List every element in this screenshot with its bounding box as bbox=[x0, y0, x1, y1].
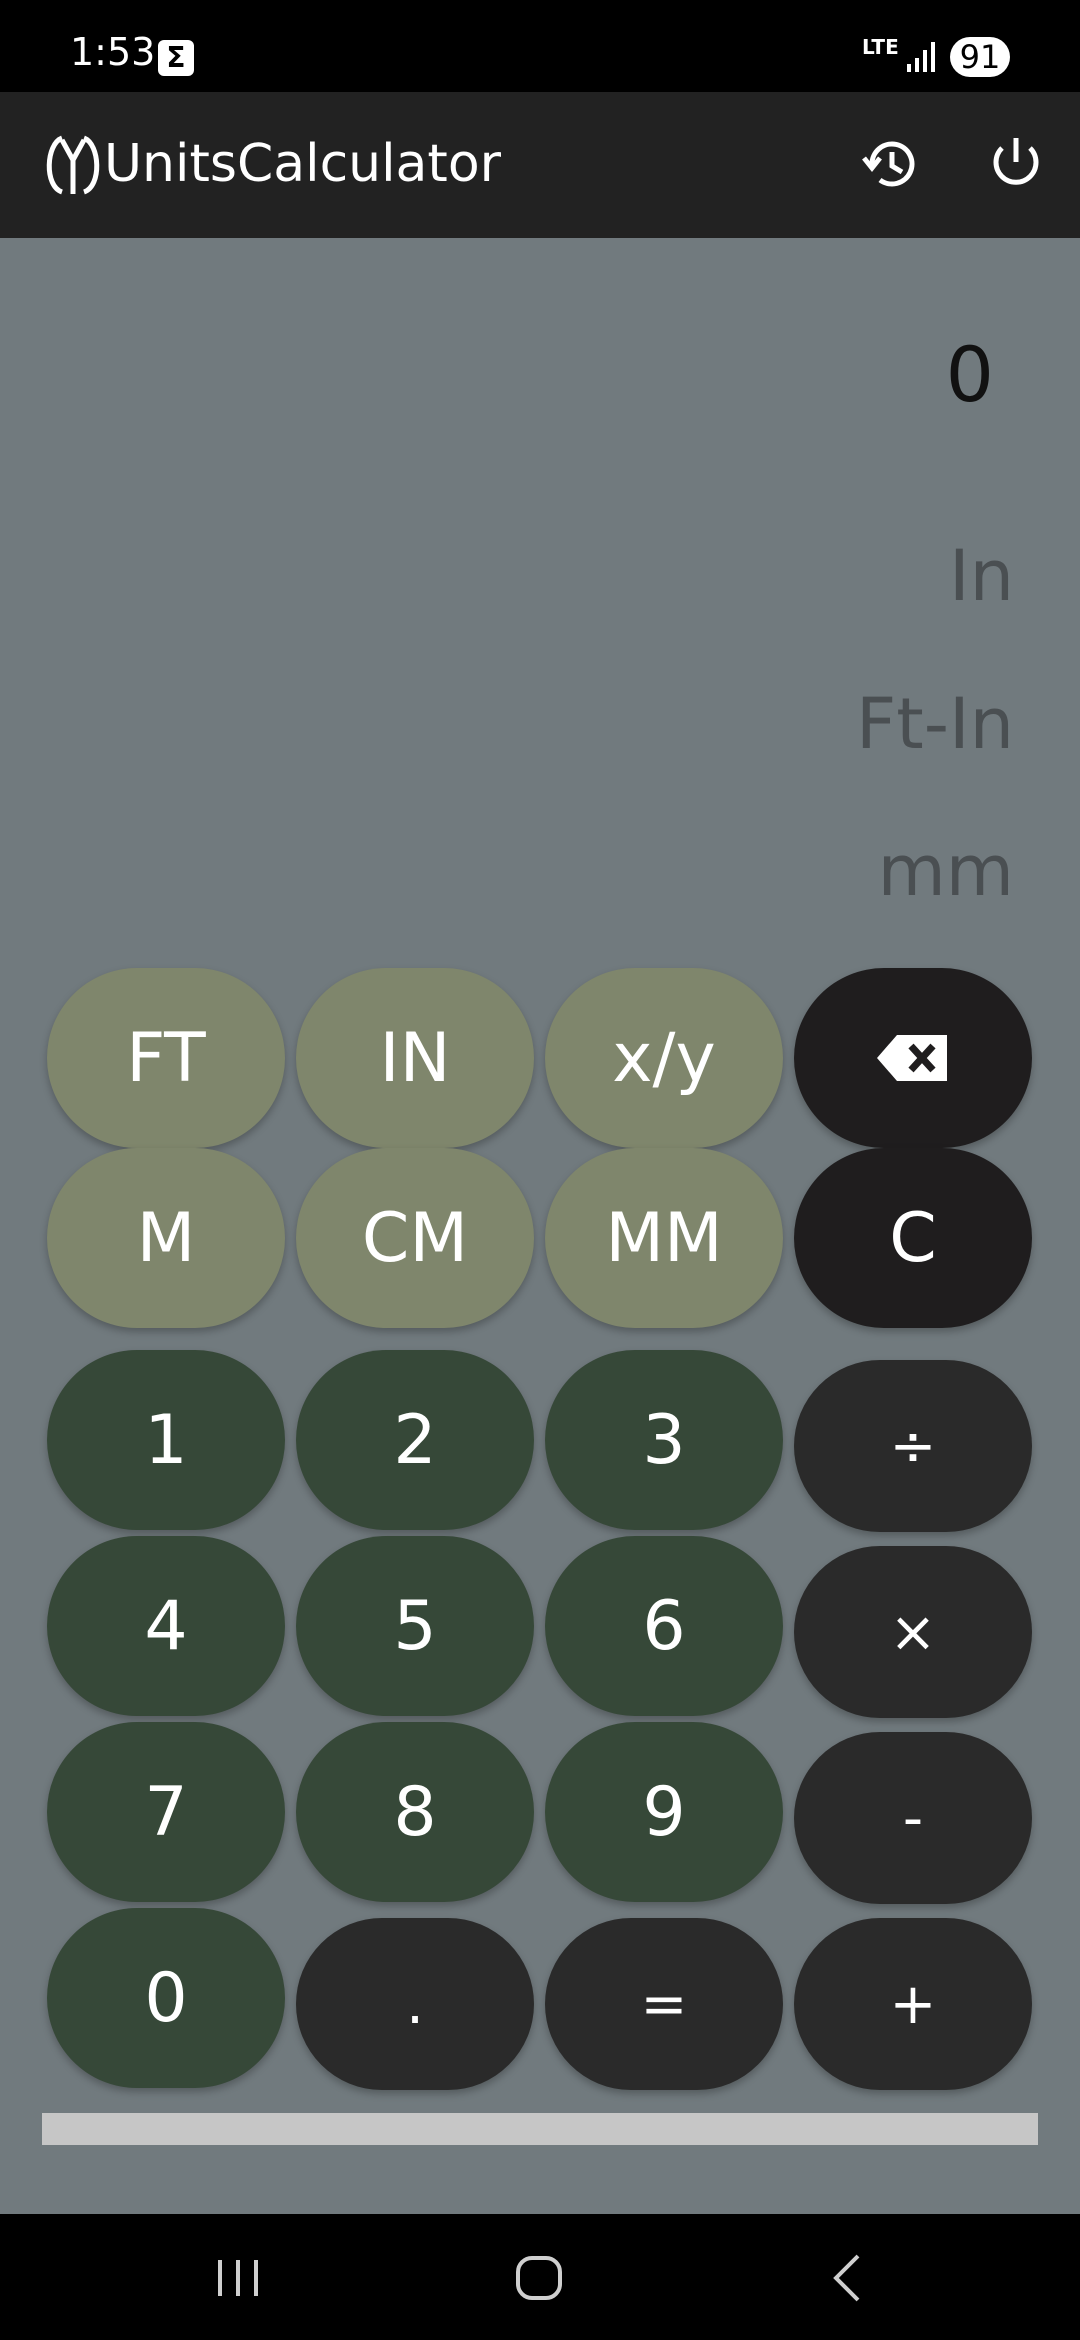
backspace-button[interactable] bbox=[794, 968, 1032, 1148]
digit-1-button[interactable]: 1 bbox=[47, 1350, 285, 1530]
m-button[interactable]: M bbox=[47, 1148, 285, 1328]
digit-5-button[interactable]: 5 bbox=[296, 1536, 534, 1716]
battery-indicator: 91 bbox=[950, 37, 1010, 77]
display-value: 0 bbox=[945, 330, 994, 419]
lte-indicator: LTE bbox=[862, 35, 899, 59]
subtract-button[interactable]: - bbox=[794, 1732, 1032, 1904]
digit-3-button[interactable]: 3 bbox=[545, 1350, 783, 1530]
cm-button[interactable]: CM bbox=[296, 1148, 534, 1328]
unit-ft-in: Ft-In bbox=[856, 683, 1014, 765]
sigma-icon: Σ bbox=[158, 40, 194, 76]
history-icon[interactable] bbox=[858, 132, 922, 196]
bottom-bar bbox=[42, 2113, 1038, 2145]
digit-7-button[interactable]: 7 bbox=[47, 1722, 285, 1902]
power-icon[interactable] bbox=[984, 132, 1048, 196]
add-button[interactable]: + bbox=[794, 1918, 1032, 2090]
recents-icon[interactable] bbox=[210, 2248, 266, 2308]
back-icon[interactable] bbox=[820, 2248, 876, 2308]
mm-button[interactable]: MM bbox=[545, 1148, 783, 1328]
divide-button[interactable]: ÷ bbox=[794, 1360, 1032, 1532]
ft-button[interactable]: FT bbox=[47, 968, 285, 1148]
unit-inches: In bbox=[948, 535, 1014, 617]
digit-8-button[interactable]: 8 bbox=[296, 1722, 534, 1902]
digit-2-button[interactable]: 2 bbox=[296, 1350, 534, 1530]
app-bar: UnitsCalculator bbox=[0, 92, 1080, 238]
app-logo-icon bbox=[46, 135, 100, 195]
status-bar: 1:53 Σ LTE 91 bbox=[0, 0, 1080, 92]
digit-4-button[interactable]: 4 bbox=[47, 1536, 285, 1716]
decimal-button[interactable]: . bbox=[296, 1918, 534, 2090]
signal-icon bbox=[907, 42, 935, 72]
multiply-button[interactable]: × bbox=[794, 1546, 1032, 1718]
digit-0-button[interactable]: 0 bbox=[47, 1908, 285, 2088]
unit-mm: mm bbox=[877, 830, 1014, 912]
equals-button[interactable]: = bbox=[545, 1918, 783, 2090]
clear-button[interactable]: C bbox=[794, 1148, 1032, 1328]
home-icon[interactable] bbox=[510, 2248, 570, 2308]
digit-9-button[interactable]: 9 bbox=[545, 1722, 783, 1902]
in-button[interactable]: IN bbox=[296, 968, 534, 1148]
fraction-button[interactable]: x/y bbox=[545, 968, 783, 1148]
digit-6-button[interactable]: 6 bbox=[545, 1536, 783, 1716]
status-time: 1:53 bbox=[70, 30, 156, 74]
backspace-icon bbox=[877, 1035, 947, 1081]
app-title: UnitsCalculator bbox=[104, 134, 502, 194]
navigation-bar bbox=[0, 2214, 1080, 2340]
